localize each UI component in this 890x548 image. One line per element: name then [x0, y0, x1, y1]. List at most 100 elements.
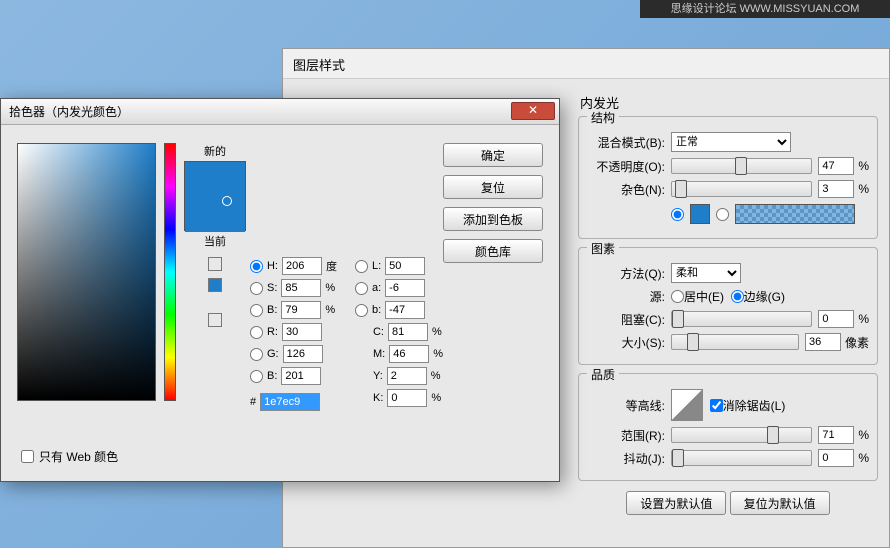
h-radio[interactable]: [250, 260, 263, 273]
jitter-slider[interactable]: [671, 450, 812, 466]
jitter-input[interactable]: [818, 449, 854, 467]
noise-slider[interactable]: [671, 181, 812, 197]
choke-label: 阻塞(C):: [587, 311, 665, 328]
size-input[interactable]: [805, 333, 841, 351]
contour-label: 等高线:: [587, 397, 665, 414]
color-lib-button[interactable]: 颜色库: [443, 239, 543, 263]
saturation-field[interactable]: [17, 143, 156, 401]
h-input[interactable]: [282, 257, 322, 275]
cancel-button[interactable]: 复位: [443, 175, 543, 199]
web-only-checkbox[interactable]: [21, 450, 34, 463]
hex-input[interactable]: [260, 393, 320, 411]
make-default-button[interactable]: 设置为默认值: [626, 491, 726, 515]
opacity-input[interactable]: [818, 157, 854, 175]
opacity-label: 不透明度(O):: [587, 158, 665, 175]
choke-slider[interactable]: [671, 311, 812, 327]
noise-input[interactable]: [818, 180, 854, 198]
picker-buttons: 确定 复位 添加到色板 颜色库: [443, 143, 543, 415]
color-picker-dialog: 拾色器（内发光颜色） ✕ 新的 当前: [0, 98, 560, 482]
pct-label: %: [858, 451, 869, 465]
a-radio[interactable]: [355, 282, 368, 295]
close-button[interactable]: ✕: [511, 102, 555, 120]
y-input[interactable]: [387, 367, 427, 385]
websafe-icon[interactable]: [208, 278, 222, 292]
opacity-slider[interactable]: [671, 158, 812, 174]
color-preview: [184, 161, 246, 231]
bb-radio[interactable]: [250, 304, 263, 317]
hue-slider[interactable]: [164, 143, 176, 401]
r-input[interactable]: [282, 323, 322, 341]
l-input[interactable]: [385, 257, 425, 275]
s-unit: %: [325, 282, 335, 294]
h-unit: 度: [326, 258, 337, 274]
reset-default-button[interactable]: 复位为默认值: [730, 491, 830, 515]
new-label: 新的: [184, 143, 246, 159]
method-select[interactable]: 柔和: [671, 263, 741, 283]
gradient-swatch[interactable]: [735, 204, 855, 224]
g-input[interactable]: [283, 345, 323, 363]
contour-picker[interactable]: [671, 389, 703, 421]
m-label: M:: [373, 348, 385, 360]
new-color: [185, 162, 245, 197]
pct-label: %: [858, 428, 869, 442]
choke-input[interactable]: [818, 310, 854, 328]
pct-label: %: [858, 159, 869, 173]
l-radio[interactable]: [355, 260, 368, 273]
g-radio[interactable]: [250, 348, 263, 361]
labb-input[interactable]: [385, 301, 425, 319]
labb-label: b:: [372, 304, 381, 316]
warning-icon[interactable]: [208, 313, 222, 327]
pct-label: %: [858, 182, 869, 196]
jitter-label: 抖动(J):: [587, 450, 665, 467]
c-input[interactable]: [388, 323, 428, 341]
antialias-checkbox[interactable]: [710, 399, 723, 412]
color-picker-titlebar[interactable]: 拾色器（内发光颜色） ✕: [1, 99, 559, 125]
source-edge-label: 边缘(G): [744, 288, 785, 305]
source-edge-radio[interactable]: [731, 290, 744, 303]
px-label: 像素: [845, 334, 869, 351]
color-radio[interactable]: [671, 208, 684, 221]
size-label: 大小(S):: [587, 334, 665, 351]
inner-glow-heading: 内发光: [580, 93, 878, 112]
cube-icon[interactable]: [208, 257, 222, 271]
labb-radio[interactable]: [355, 304, 368, 317]
c-label: C:: [373, 326, 384, 338]
method-label: 方法(Q):: [587, 265, 665, 282]
blend-mode-select[interactable]: 正常: [671, 132, 791, 152]
range-slider[interactable]: [671, 427, 812, 443]
l-label: L:: [372, 260, 381, 272]
bb-label: B:: [267, 304, 277, 316]
hex-label: #: [250, 396, 256, 408]
a-input[interactable]: [385, 279, 425, 297]
h-label: H:: [267, 260, 278, 272]
noise-label: 杂色(N):: [587, 181, 665, 198]
b-radio[interactable]: [250, 370, 263, 383]
add-swatch-button[interactable]: 添加到色板: [443, 207, 543, 231]
bb-unit: %: [325, 304, 335, 316]
s-input[interactable]: [281, 279, 321, 297]
antialias-label: 消除锯齿(L): [723, 397, 786, 414]
b-input[interactable]: [281, 367, 321, 385]
k-label: K:: [373, 392, 383, 404]
glow-color-swatch[interactable]: [690, 204, 710, 224]
bb-input[interactable]: [281, 301, 321, 319]
k-input[interactable]: [387, 389, 427, 407]
range-input[interactable]: [818, 426, 854, 444]
b-label: B:: [267, 370, 277, 382]
quality-title: 品质: [587, 366, 619, 383]
current-label: 当前: [184, 233, 246, 249]
size-slider[interactable]: [671, 334, 799, 350]
s-radio[interactable]: [250, 282, 263, 295]
color-cursor[interactable]: [222, 196, 232, 206]
color-picker-title: 拾色器（内发光颜色）: [9, 103, 129, 120]
source-center-radio[interactable]: [671, 290, 684, 303]
gradient-radio[interactable]: [716, 208, 729, 221]
range-label: 范围(R):: [587, 427, 665, 444]
r-radio[interactable]: [250, 326, 263, 339]
s-label: S:: [267, 282, 277, 294]
ok-button[interactable]: 确定: [443, 143, 543, 167]
structure-title: 结构: [587, 109, 619, 126]
blend-mode-label: 混合模式(B):: [587, 134, 665, 151]
y-label: Y:: [373, 370, 383, 382]
m-input[interactable]: [389, 345, 429, 363]
